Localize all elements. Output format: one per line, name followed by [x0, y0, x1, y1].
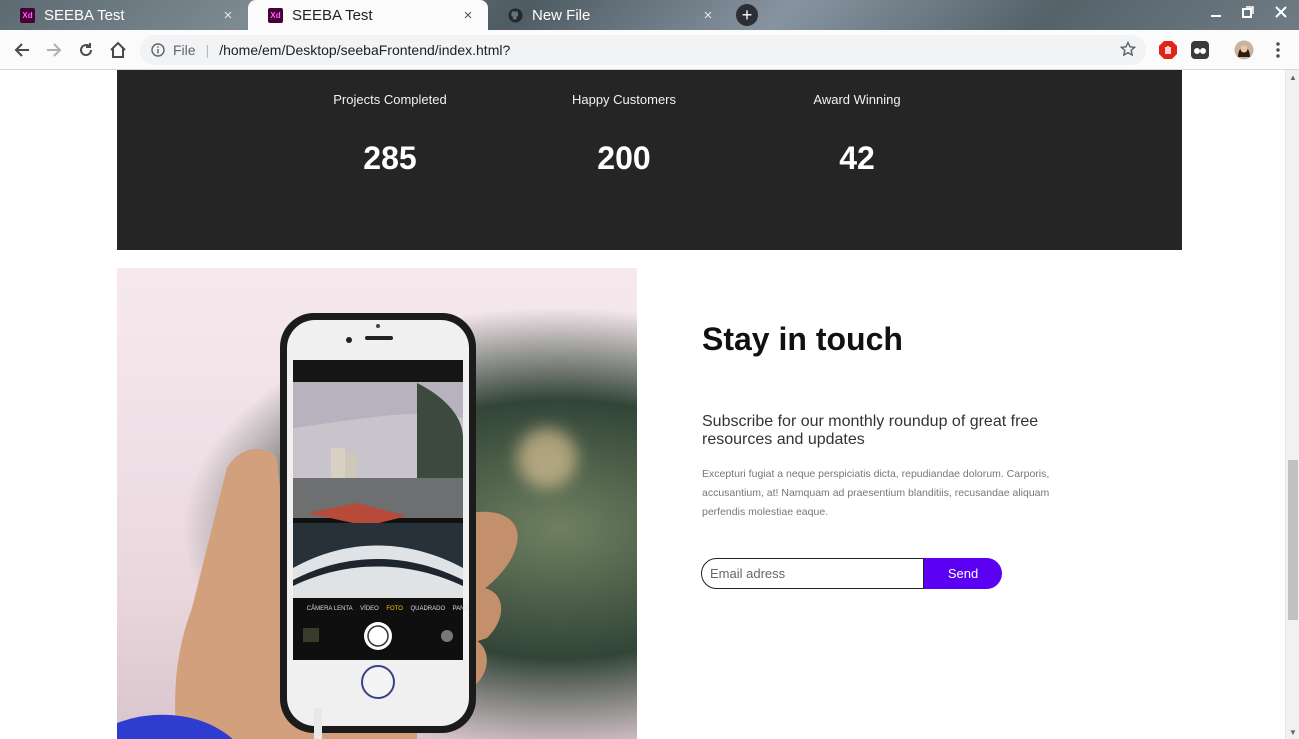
back-arrow-icon[interactable]: [10, 38, 34, 62]
forward-arrow-icon[interactable]: [42, 38, 66, 62]
phone-illustration: [117, 313, 518, 739]
scheme-label: File: [173, 42, 196, 58]
stay-in-touch-heading: Stay in touch: [702, 321, 903, 357]
stat-label: Award Winning: [813, 92, 901, 107]
camera-mode-strip: CÂMERA LENTA VÍDEO FOTO QUADRADO PANO: [303, 606, 473, 612]
camera-mode: VÍDEO: [360, 606, 379, 612]
address-separator: |: [205, 42, 210, 58]
browser-tab-3[interactable]: New File ×: [488, 0, 728, 30]
newsletter-subtitle: Subscribe for our monthly roundup of gre…: [702, 413, 1039, 448]
profile-avatar[interactable]: [1234, 40, 1254, 60]
stat-label: Projects Completed: [333, 92, 447, 107]
close-icon[interactable]: ×: [700, 7, 716, 24]
menu-kebab-icon[interactable]: [1268, 40, 1288, 60]
address-bar[interactable]: File | /home/em/Desktop/seebaFrontend/in…: [140, 35, 1146, 65]
camera-mode: CÂMERA LENTA: [306, 606, 353, 612]
browser-toolbar: File | /home/em/Desktop/seebaFrontend/in…: [0, 30, 1299, 70]
page-scrollbar[interactable]: ▲ ▼: [1285, 70, 1299, 739]
scrollbar-thumb[interactable]: [1288, 460, 1298, 620]
stat-value: 285: [363, 140, 417, 176]
minimize-icon[interactable]: [1206, 5, 1226, 21]
camera-mode: PANO: [452, 606, 470, 612]
tab-title: SEEBA Test: [44, 6, 125, 24]
new-tab-button[interactable]: +: [736, 4, 758, 26]
xd-icon: Xd: [268, 7, 283, 23]
info-icon[interactable]: [151, 43, 165, 57]
home-icon[interactable]: [106, 38, 130, 62]
close-icon[interactable]: ×: [460, 7, 476, 24]
window-close-icon[interactable]: [1271, 5, 1291, 21]
stat-value: 42: [839, 140, 875, 176]
hand-holding-phone-image: CÂMERA LENTA VÍDEO FOTO QUADRADO PANO: [117, 268, 637, 739]
scroll-down-arrow-icon[interactable]: ▼: [1289, 728, 1297, 737]
close-icon[interactable]: ×: [220, 7, 236, 24]
browser-tab-2[interactable]: Xd SEEBA Test ×: [248, 0, 488, 30]
email-field[interactable]: [701, 558, 924, 589]
stat-value: 200: [597, 140, 651, 176]
tampermonkey-extension-icon[interactable]: [1190, 40, 1210, 60]
stat-awards: Award Winning 42: [767, 70, 947, 177]
tab-title: New File: [532, 6, 591, 24]
bookmark-star-icon[interactable]: [1120, 41, 1136, 57]
stat-projects: Projects Completed 285: [300, 70, 480, 177]
github-icon: [508, 7, 523, 23]
camera-mode-active: FOTO: [386, 606, 403, 612]
stat-customers: Happy Customers 200: [534, 70, 714, 177]
adblock-extension-icon[interactable]: [1158, 40, 1178, 60]
restore-icon[interactable]: [1238, 5, 1258, 21]
stats-band: Projects Completed 285 Happy Customers 2…: [117, 70, 1182, 250]
scroll-up-arrow-icon[interactable]: ▲: [1289, 73, 1297, 82]
browser-tab-strip: Xd SEEBA Test × Xd SEEBA Test × New File…: [0, 0, 1299, 30]
url-text[interactable]: /home/em/Desktop/seebaFrontend/index.htm…: [219, 42, 510, 58]
reload-icon[interactable]: [74, 38, 98, 62]
browser-tab-1[interactable]: Xd SEEBA Test ×: [0, 0, 248, 30]
tab-title: SEEBA Test: [292, 6, 373, 24]
newsletter-description: Excepturi fugiat a neque perspiciatis di…: [702, 468, 1050, 518]
send-button[interactable]: Send: [924, 558, 1002, 589]
page-viewport: Projects Completed 285 Happy Customers 2…: [0, 70, 1285, 739]
xd-icon: Xd: [20, 7, 35, 23]
camera-mode: QUADRADO: [410, 606, 446, 612]
stat-label: Happy Customers: [571, 92, 677, 107]
